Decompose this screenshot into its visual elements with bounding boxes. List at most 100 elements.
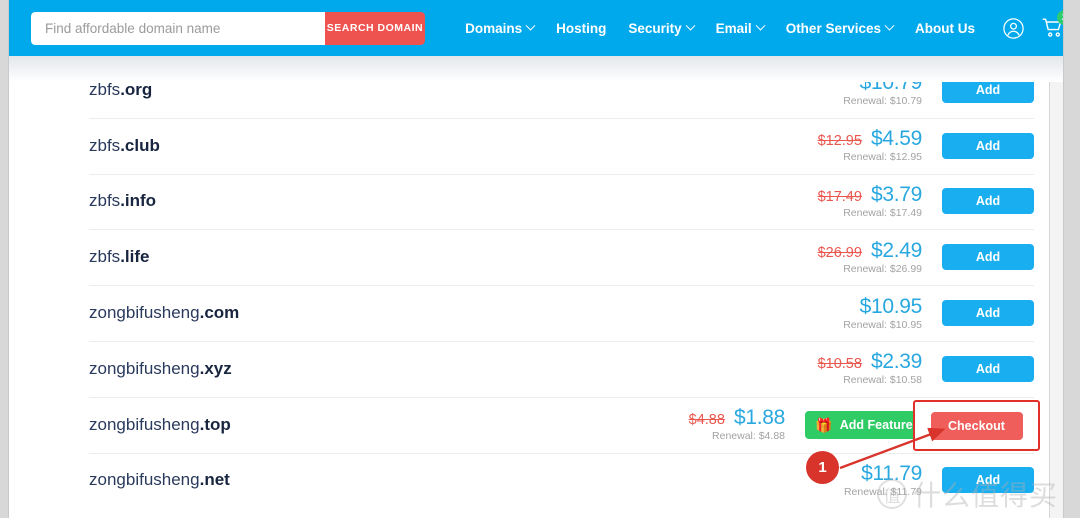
nav-item-security[interactable]: Security bbox=[628, 20, 696, 36]
gift-icon: 🎁 bbox=[815, 416, 833, 433]
nav-label-domains: Domains bbox=[465, 20, 523, 36]
add-button[interactable]: Add bbox=[942, 300, 1034, 327]
annotation-highlight-box: Checkout bbox=[913, 400, 1040, 451]
domain-tld: .info bbox=[120, 191, 157, 211]
price-current: $2.49 bbox=[870, 238, 922, 262]
table-row[interactable]: zbfs.life $26.99 $2.49 Renewal: $26.99 A… bbox=[9, 229, 1051, 285]
header-icon-group: 2 bbox=[1001, 10, 1063, 40]
domain-tld: .xyz bbox=[199, 358, 232, 378]
price-renewal: Renewal: $17.49 bbox=[843, 206, 922, 219]
price-block: $26.99 $2.49 Renewal: $26.99 bbox=[792, 240, 942, 275]
domain-results-list: zbfs.org $10.79 Renewal: $10.79 Add zbfs… bbox=[9, 62, 1051, 508]
domain-sld: zongbifusheng bbox=[89, 414, 200, 434]
price-current: $11.79 bbox=[861, 461, 922, 485]
price-line: $26.99 $2.49 bbox=[817, 238, 923, 262]
price-current: $3.79 bbox=[870, 182, 922, 206]
domain-sld: zongbifusheng bbox=[89, 303, 200, 323]
price-block: $10.58 $2.39 Renewal: $10.58 bbox=[792, 351, 942, 386]
cart-button[interactable]: 2 bbox=[1041, 10, 1063, 40]
domain-sld: zbfs bbox=[89, 247, 121, 267]
price-original: $12.95 bbox=[817, 133, 862, 150]
domain-tld: .top bbox=[199, 414, 231, 434]
price-current: $1.88 bbox=[733, 406, 785, 430]
domain-name: zbfs.info bbox=[89, 191, 156, 211]
search-domain-button[interactable]: SEARCH DOMAIN bbox=[324, 11, 426, 45]
row-actions: $17.49 $3.79 Renewal: $17.49 Add bbox=[792, 184, 1034, 219]
site-header: SEARCH DOMAIN Domains Hosting Security E… bbox=[9, 0, 1063, 56]
nav-item-domains[interactable]: Domains bbox=[465, 20, 536, 36]
price-renewal: Renewal: $10.79 bbox=[843, 95, 922, 108]
chevron-down-icon bbox=[755, 20, 766, 31]
domain-search-group: SEARCH DOMAIN bbox=[31, 11, 426, 45]
nav-label-security: Security bbox=[628, 20, 682, 36]
table-row[interactable]: zbfs.club $12.95 $4.59 Renewal: $12.95 A… bbox=[9, 117, 1051, 174]
price-line: $4.88 $1.88 bbox=[688, 406, 786, 430]
domain-name: zongbifusheng.com bbox=[89, 303, 239, 323]
row-actions: $10.95 Renewal: $10.95 Add bbox=[792, 296, 1034, 331]
price-line: $10.95 bbox=[860, 296, 923, 317]
search-input[interactable] bbox=[31, 11, 325, 45]
nav-item-other-services[interactable]: Other Services bbox=[785, 20, 895, 36]
domain-tld: .net bbox=[199, 470, 230, 490]
price-original: $17.49 bbox=[817, 188, 862, 205]
price-renewal: Renewal: $26.99 bbox=[843, 262, 922, 275]
domain-name: zongbifusheng.xyz bbox=[89, 359, 232, 379]
table-row-selected[interactable]: zongbifusheng.top $4.88 $1.88 Renewal: $… bbox=[9, 396, 1051, 453]
price-renewal: Renewal: $11.79 bbox=[843, 485, 922, 498]
price-current: $4.59 bbox=[870, 127, 922, 151]
header-shadow bbox=[9, 56, 1063, 82]
price-renewal: Renewal: $4.88 bbox=[712, 430, 785, 443]
domain-name: zbfs.life bbox=[89, 247, 149, 267]
chevron-down-icon bbox=[525, 20, 536, 31]
price-line: $11.79 bbox=[861, 463, 922, 484]
add-button[interactable]: Add bbox=[942, 355, 1034, 382]
price-original: $26.99 bbox=[817, 244, 862, 261]
price-line: $12.95 $4.59 bbox=[817, 127, 923, 151]
user-account-icon bbox=[1002, 17, 1024, 39]
domain-sld: zongbifusheng bbox=[89, 358, 200, 378]
domain-name: zongbifusheng.top bbox=[89, 415, 231, 435]
price-renewal: Renewal: $10.95 bbox=[843, 318, 922, 331]
price-current: $2.39 bbox=[870, 350, 922, 374]
table-row[interactable]: zongbifusheng.net $11.79 Renewal: $11.79… bbox=[9, 452, 1051, 509]
domain-tld: .club bbox=[120, 135, 160, 155]
nav-item-email[interactable]: Email bbox=[715, 20, 766, 36]
domain-sld: zbfs bbox=[89, 191, 121, 211]
domain-tld: .life bbox=[120, 247, 150, 267]
price-line: $17.49 $3.79 bbox=[817, 182, 923, 206]
table-row[interactable]: zongbifusheng.com $10.95 Renewal: $10.95… bbox=[9, 285, 1051, 341]
nav-label-email: Email bbox=[715, 20, 752, 36]
row-actions: $12.95 $4.59 Renewal: $12.95 Add bbox=[792, 128, 1034, 163]
main-navigation: Domains Hosting Security Email Other Ser… bbox=[465, 20, 975, 36]
add-button[interactable]: Add bbox=[942, 132, 1034, 159]
page-canvas: SEARCH DOMAIN Domains Hosting Security E… bbox=[8, 0, 1064, 518]
add-features-button[interactable]: 🎁 Add Features bbox=[805, 410, 930, 439]
price-block: $17.49 $3.79 Renewal: $17.49 bbox=[792, 184, 942, 219]
price-original: $4.88 bbox=[688, 412, 725, 429]
nav-item-hosting[interactable]: Hosting bbox=[556, 21, 606, 36]
add-button[interactable]: Add bbox=[942, 244, 1034, 271]
checkout-button-highlighted[interactable]: Checkout bbox=[930, 411, 1023, 440]
domain-tld: .com bbox=[199, 303, 240, 323]
add-button[interactable]: Add bbox=[942, 188, 1034, 215]
price-renewal: Renewal: $12.95 bbox=[843, 151, 922, 164]
table-row[interactable]: zongbifusheng.xyz $10.58 $2.39 Renewal: … bbox=[9, 340, 1051, 397]
chevron-down-icon bbox=[685, 20, 696, 31]
price-block: $12.95 $4.59 Renewal: $12.95 bbox=[792, 128, 942, 163]
price-block: $4.88 $1.88 Renewal: $4.88 bbox=[655, 407, 805, 442]
add-features-label: Add Features bbox=[839, 417, 920, 432]
add-button[interactable]: Add bbox=[942, 467, 1034, 494]
nav-label-other-services: Other Services bbox=[785, 20, 881, 36]
annotation-step-marker: 1 bbox=[806, 451, 839, 484]
domain-name: zbfs.org bbox=[89, 80, 152, 100]
price-renewal: Renewal: $10.58 bbox=[843, 374, 922, 387]
nav-label-hosting: Hosting bbox=[556, 20, 607, 36]
domain-tld: .org bbox=[120, 79, 153, 99]
row-actions: $26.99 $2.49 Renewal: $26.99 Add bbox=[792, 240, 1034, 275]
chevron-down-icon bbox=[884, 20, 895, 31]
domain-sld: zbfs bbox=[89, 135, 121, 155]
account-button[interactable] bbox=[1001, 16, 1025, 40]
nav-item-about-us[interactable]: About Us bbox=[915, 21, 975, 36]
screenshot-root: SEARCH DOMAIN Domains Hosting Security E… bbox=[0, 0, 1080, 518]
table-row[interactable]: zbfs.info $17.49 $3.79 Renewal: $17.49 A… bbox=[9, 173, 1051, 230]
